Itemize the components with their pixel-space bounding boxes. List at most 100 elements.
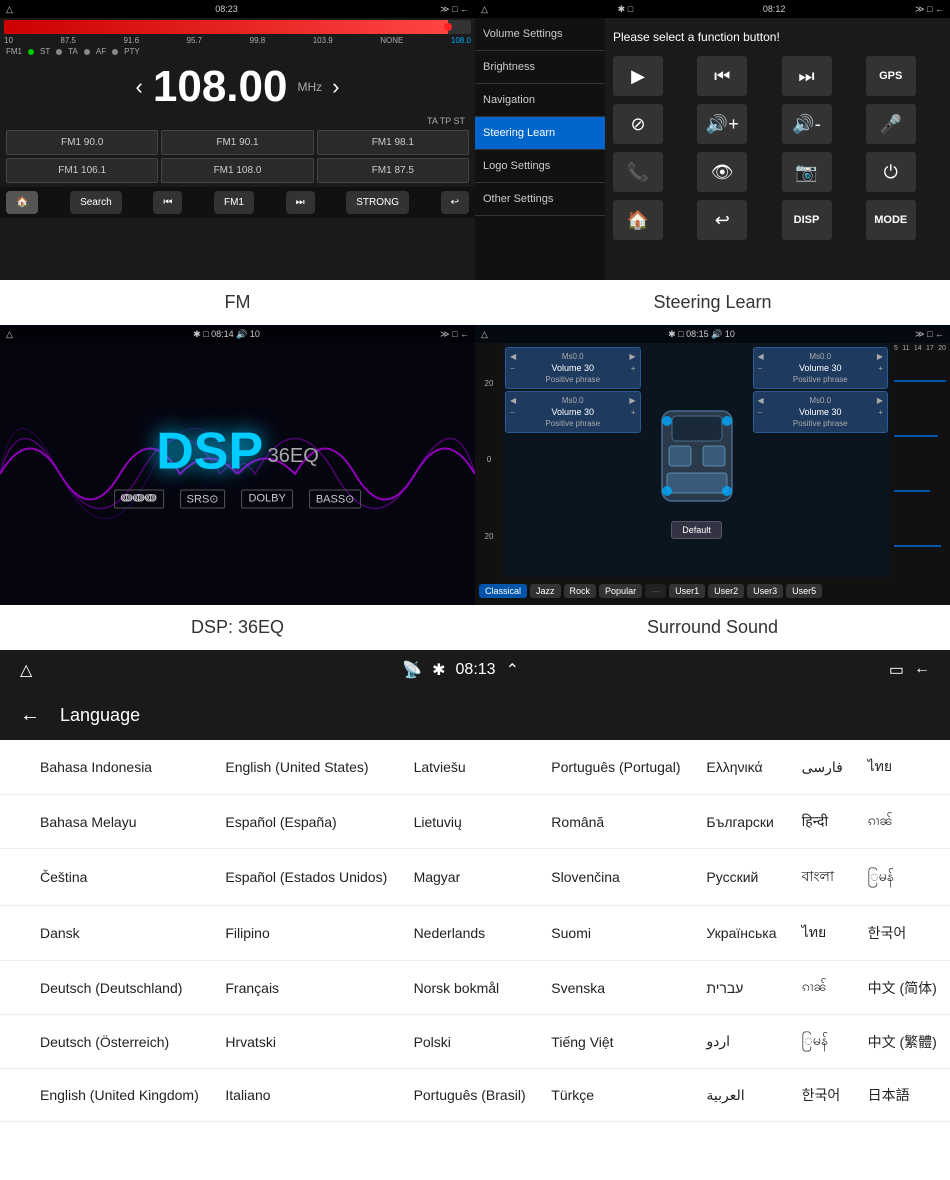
st-no-button[interactable]: ⊘ xyxy=(613,104,663,144)
sidebar-steering-learn[interactable]: Steering Learn xyxy=(475,117,605,150)
st-prev-button[interactable]: ⏮ xyxy=(697,56,747,96)
surround-speaker-fr[interactable]: ◀ Ms0.0 ▶ − Volume 30 + Positive phrase xyxy=(753,347,889,389)
dsp-icon-dolby[interactable]: DOLBY xyxy=(242,490,293,509)
lang-table-cell[interactable]: Bahasa Melayu xyxy=(0,795,213,849)
lang-table-cell[interactable]: ไทย xyxy=(856,740,950,795)
lang-table-cell[interactable]: Čeština xyxy=(0,849,213,906)
lang-table-cell[interactable]: Română xyxy=(539,795,694,849)
dsp-icon-srs[interactable]: SRS⊙ xyxy=(180,490,226,509)
sidebar-volume-settings[interactable]: Volume Settings xyxy=(475,18,605,51)
lang-table-cell[interactable]: Ελληνικά xyxy=(694,740,789,795)
lang-table-cell[interactable]: Svenska xyxy=(539,961,694,1015)
lang-table-row[interactable]: Deutsch (Österreich)HrvatskiPolskiTiếng … xyxy=(0,1015,950,1069)
st-back-button[interactable]: ↩ xyxy=(697,200,747,240)
fm-rew-button[interactable]: ⏮ xyxy=(153,191,182,214)
lang-table-cell[interactable]: Українська xyxy=(694,906,789,961)
lang-table-cell[interactable]: فارسی xyxy=(790,740,856,795)
lang-table-cell[interactable]: 한국어 xyxy=(790,1069,856,1122)
lang-table-cell[interactable]: Português (Portugal) xyxy=(539,740,694,795)
fm-prev-button[interactable]: ‹ xyxy=(136,74,143,100)
lang-table-cell[interactable]: 한국어 xyxy=(856,906,950,961)
fm-search-button[interactable]: Search xyxy=(70,191,122,214)
lang-table-cell[interactable]: Filipino xyxy=(213,906,401,961)
lang-table-cell[interactable]: Suomi xyxy=(539,906,694,961)
lang-table-cell[interactable]: Türkçe xyxy=(539,1069,694,1122)
lang-table-cell[interactable]: Hrvatski xyxy=(213,1015,401,1069)
lang-table-row[interactable]: Bahasa MelayuEspañol (España)LietuviųRom… xyxy=(0,795,950,849)
fm-back-button[interactable]: ↩ xyxy=(441,191,469,214)
lang-table-cell[interactable]: Deutsch (Deutschland) xyxy=(0,961,213,1015)
st-home-button[interactable]: 🏠 xyxy=(613,200,663,240)
st-call-button[interactable]: 📞 xyxy=(613,152,663,192)
lang-table-cell[interactable]: Polski xyxy=(402,1015,540,1069)
lang-table-cell[interactable]: 日本語 xyxy=(856,1069,950,1122)
st-power-button[interactable]: ⏻ xyxy=(866,152,916,192)
lang-table-cell[interactable]: Italiano xyxy=(213,1069,401,1122)
fm-strong-button[interactable]: STRONG xyxy=(346,191,409,214)
surround-tab-user1[interactable]: User1 xyxy=(669,584,705,598)
lang-table-cell[interactable]: Magyar xyxy=(402,849,540,906)
fm-preset-6[interactable]: FM1 87.5 xyxy=(317,158,469,183)
surround-tab-user3[interactable]: User3 xyxy=(747,584,783,598)
lang-table-cell[interactable]: Français xyxy=(213,961,401,1015)
lang-table-cell[interactable]: ၵၢၼ် xyxy=(856,795,950,849)
lang-table-cell[interactable]: English (United States) xyxy=(213,740,401,795)
lang-table-cell[interactable]: हिन्दी xyxy=(790,795,856,849)
lang-table-cell[interactable]: 中文 (简体) xyxy=(856,961,950,1015)
fm-next-button[interactable]: › xyxy=(332,74,339,100)
lang-table-row[interactable]: DanskFilipinoNederlandsSuomiУкраїнськаไท… xyxy=(0,906,950,961)
lang-table-row[interactable]: Bahasa IndonesiaEnglish (United States)L… xyxy=(0,740,950,795)
lang-table-cell[interactable]: Español (España) xyxy=(213,795,401,849)
dsp-icon-1[interactable]: ↈↈↈ xyxy=(114,490,164,509)
surround-speaker-rr[interactable]: ◀ Ms0.0 ▶ − Volume 30 + Positive phrase xyxy=(753,391,889,433)
lang-table-cell[interactable]: ြမန် xyxy=(856,849,950,906)
fm-preset-1[interactable]: FM1 90.0 xyxy=(6,130,158,155)
fm-preset-2[interactable]: FM1 90.1 xyxy=(161,130,313,155)
st-play-button[interactable]: ▶ xyxy=(613,56,663,96)
st-mode-button[interactable]: MODE xyxy=(866,200,916,240)
surround-speaker-rl[interactable]: ◀ Ms0.0 ▶ − Volume 30 + Positive phrase xyxy=(505,391,641,433)
lang-table-cell[interactable]: Bahasa Indonesia xyxy=(0,740,213,795)
fm-fm1-button[interactable]: FM1 xyxy=(214,191,254,214)
surround-tab-popular[interactable]: Popular xyxy=(599,584,642,598)
surround-tab-user5[interactable]: User5 xyxy=(786,584,822,598)
fm-preset-4[interactable]: FM1 106.1 xyxy=(6,158,158,183)
fm-preset-3[interactable]: FM1 98.1 xyxy=(317,130,469,155)
st-view-button[interactable]: 👁 xyxy=(697,152,747,192)
fm-home-button[interactable]: 🏠 xyxy=(6,191,38,214)
sidebar-logo-settings[interactable]: Logo Settings xyxy=(475,150,605,183)
surround-default-button[interactable]: Default xyxy=(671,521,722,539)
lang-table-cell[interactable]: English (United Kingdom) xyxy=(0,1069,213,1122)
lang-table-cell[interactable]: Русский xyxy=(694,849,789,906)
lang-table-cell[interactable]: Português (Brasil) xyxy=(402,1069,540,1122)
lang-back-button[interactable]: ← xyxy=(20,704,40,727)
lang-table-cell[interactable]: עברית xyxy=(694,961,789,1015)
dsp-icon-bass[interactable]: BASS⊙ xyxy=(309,490,362,509)
lang-table-cell[interactable]: Español (Estados Unidos) xyxy=(213,849,401,906)
lang-table-cell[interactable]: Slovenčina xyxy=(539,849,694,906)
lang-table-row[interactable]: ČeštinaEspañol (Estados Unidos)MagyarSlo… xyxy=(0,849,950,906)
lang-table-cell[interactable]: Nederlands xyxy=(402,906,540,961)
lang-table-cell[interactable]: ၵၢၼ် xyxy=(790,961,856,1015)
st-gps-button[interactable]: GPS xyxy=(866,56,916,96)
sidebar-navigation[interactable]: Navigation xyxy=(475,84,605,117)
surround-speaker-fl[interactable]: ◀ Ms0.0 ▶ − Volume 30 + Positive phrase xyxy=(505,347,641,389)
lang-table-cell[interactable]: ไทย xyxy=(790,906,856,961)
lang-table-row[interactable]: Deutsch (Deutschland)FrançaisNorsk bokmå… xyxy=(0,961,950,1015)
st-disp-button[interactable]: DISP xyxy=(782,200,832,240)
lang-table-row[interactable]: English (United Kingdom)ItalianoPortuguê… xyxy=(0,1069,950,1122)
st-camera-button[interactable]: 📷 xyxy=(782,152,832,192)
surround-tab-rock[interactable]: Rock xyxy=(564,584,597,598)
lang-table-cell[interactable]: Български xyxy=(694,795,789,849)
surround-tab-classical[interactable]: Classical xyxy=(479,584,527,598)
lang-table-cell[interactable]: 中文 (繁體) xyxy=(856,1015,950,1069)
sidebar-other-settings[interactable]: Other Settings xyxy=(475,183,605,216)
lang-table-cell[interactable]: اردو xyxy=(694,1015,789,1069)
lang-table-cell[interactable]: Tiếng Việt xyxy=(539,1015,694,1069)
surround-tab-user2[interactable]: User2 xyxy=(708,584,744,598)
fm-progress-bar[interactable] xyxy=(4,20,471,34)
fm-preset-5[interactable]: FM1 108.0 xyxy=(161,158,313,183)
sidebar-brightness[interactable]: Brightness xyxy=(475,51,605,84)
lang-table-cell[interactable]: Dansk xyxy=(0,906,213,961)
st-vol-down-button[interactable]: 🔊- xyxy=(782,104,832,144)
